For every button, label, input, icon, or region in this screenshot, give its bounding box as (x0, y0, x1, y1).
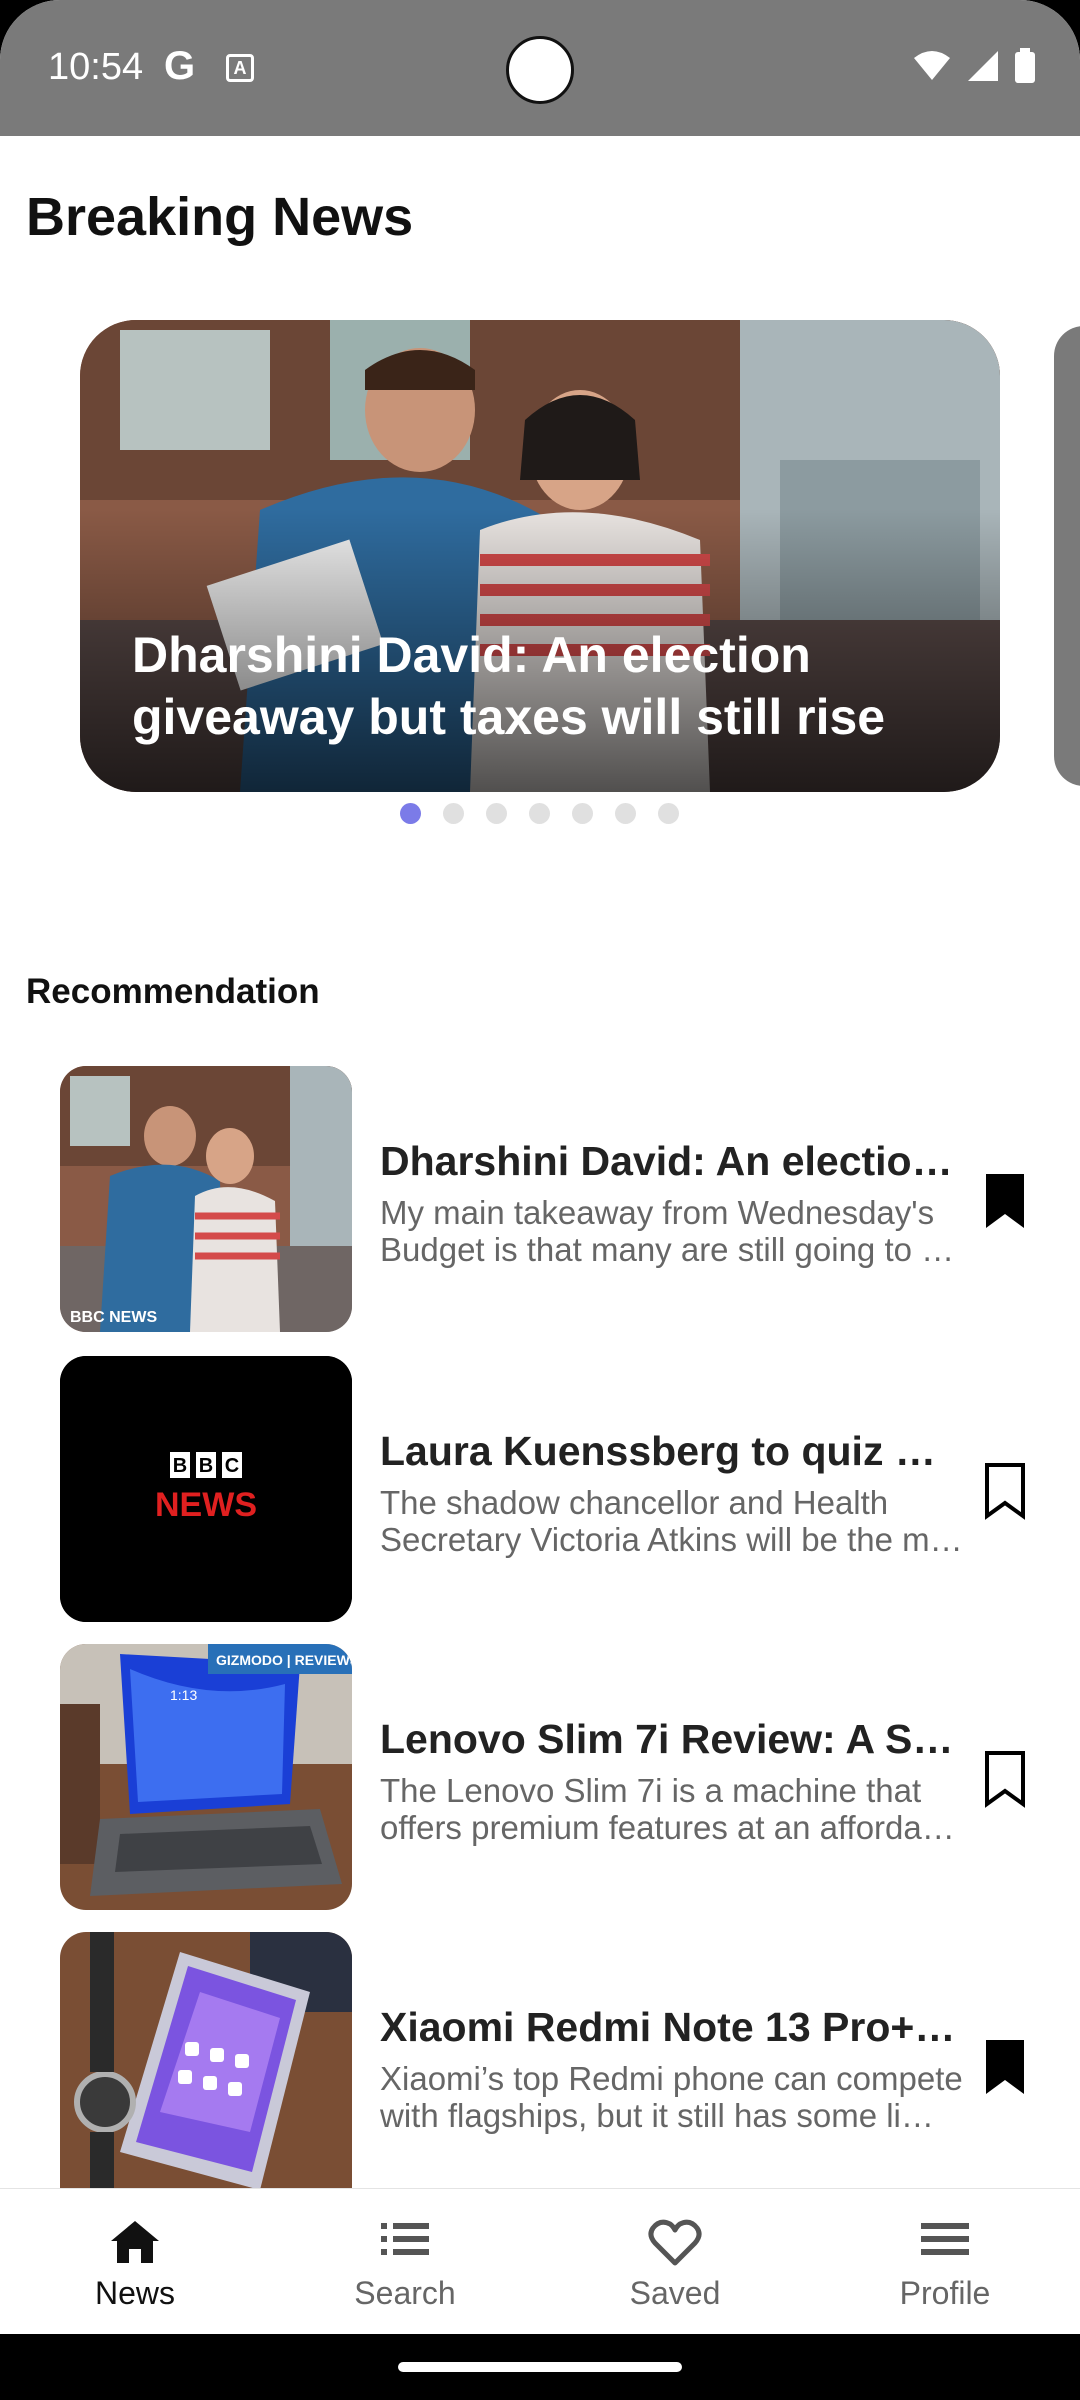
wifi-icon (914, 51, 950, 80)
status-bar: 10:54 G A (0, 0, 1080, 136)
google-icon: G (164, 44, 196, 88)
gesture-navigation-bar (0, 2334, 1080, 2400)
nav-item-saved[interactable]: Saved (540, 2189, 810, 2335)
carousel-dot[interactable] (572, 803, 593, 824)
news-description-line: Xiaomi’s top Redmi phone can compete (380, 2060, 963, 2097)
nav-label: Search (354, 2275, 456, 2311)
nav-label: Profile (899, 2275, 991, 2311)
list-item[interactable]: Xiaomi Redmi Note 13 Pro+ … Xiaomi’s top… (0, 1932, 1080, 2200)
list-item[interactable]: B B C NEWS Laura Kuenssberg to quiz L… T… (0, 1356, 1080, 1624)
news-thumbnail: B B C NEWS (60, 1356, 352, 1622)
carousel-dot[interactable] (529, 803, 550, 824)
svg-text:B: B (199, 1455, 213, 1477)
news-thumbnail: GIZMODO | REVIEWS 1:13 (60, 1644, 352, 1910)
news-description: My main takeaway from Wednesday's Budget… (380, 1194, 974, 1270)
camera-cutout (506, 36, 574, 104)
battery-icon (1015, 48, 1035, 83)
news-title: Dharshini David: An electio… (380, 1138, 953, 1184)
carousel-dot[interactable] (486, 803, 507, 824)
list-item[interactable]: BBC NEWS Dharshini David: An electio… My… (0, 1066, 1080, 1334)
carousel-title: Dharshini David: An election giveaway bu… (132, 627, 886, 745)
bookmark-filled-icon[interactable] (982, 2038, 1028, 2096)
news-description-line: with flagships, but it still has some li… (380, 2097, 934, 2134)
svg-text:GIZMODO | REVIEWS: GIZMODO | REVIEWS (216, 1652, 352, 1668)
carousel-dot-active[interactable] (400, 803, 421, 824)
news-description-line: Secretary Victoria Atkins will be the m… (380, 1521, 963, 1558)
nav-label: Saved (629, 2275, 721, 2311)
list-item[interactable]: GIZMODO | REVIEWS 1:13 Lenovo Slim 7i Re… (0, 1644, 1080, 1912)
app-screen: 10:54 G A Breaking News Dharshini David:… (0, 0, 1080, 2400)
carousel-dot[interactable] (615, 803, 636, 824)
nav-item-search[interactable]: Search (270, 2189, 540, 2335)
menu-icon (921, 2223, 969, 2255)
status-icons (912, 48, 1036, 84)
list-icon (381, 2223, 429, 2255)
news-description-line: The Lenovo Slim 7i is a machine that (380, 1772, 922, 1809)
bookmark-outline-icon[interactable] (982, 1750, 1028, 1808)
news-title: Laura Kuenssberg to quiz L… (380, 1428, 960, 1474)
next-card-peek[interactable] (1054, 326, 1080, 786)
svg-text:B: B (173, 1455, 187, 1477)
carousel-dot[interactable] (658, 803, 679, 824)
home-gesture-handle[interactable] (398, 2362, 682, 2372)
nav-label: News (94, 2275, 175, 2311)
news-title: Xiaomi Redmi Note 13 Pro+ … (380, 2004, 960, 2050)
page-title: Breaking News (26, 187, 414, 247)
news-description-line: Budget is that many are still going to … (380, 1231, 955, 1268)
cellular-signal-icon (968, 51, 998, 81)
news-description-line: My main takeaway from Wednesday's (380, 1194, 935, 1231)
news-description-line: offers premium features at an afforda… (380, 1809, 955, 1846)
news-title: Lenovo Slim 7i Review: A S… (380, 1716, 954, 1762)
news-description: Xiaomi’s top Redmi phone can compete wit… (380, 2060, 974, 2136)
carousel-dot[interactable] (443, 803, 464, 824)
svg-text:BBC NEWS: BBC NEWS (70, 1309, 157, 1326)
news-thumbnail: BBC NEWS (60, 1066, 352, 1332)
bookmark-filled-icon[interactable] (982, 1172, 1028, 1230)
svg-text:C: C (225, 1455, 239, 1477)
news-description: The shadow chancellor and Health Secreta… (380, 1484, 974, 1560)
nav-item-news[interactable]: News (0, 2189, 270, 2335)
news-description: The Lenovo Slim 7i is a machine that off… (380, 1772, 974, 1848)
heart-icon (648, 2219, 702, 2266)
bookmark-outline-icon[interactable] (982, 1462, 1028, 1520)
nav-item-profile[interactable]: Profile (810, 2189, 1080, 2335)
news-thumbnail (60, 1932, 352, 2190)
section-title-recommendation: Recommendation (26, 972, 320, 1011)
svg-text:NEWS: NEWS (155, 1486, 257, 1524)
home-icon (111, 2221, 159, 2263)
font-accessibility-icon: A (226, 54, 254, 82)
news-description-line: The shadow chancellor and Health (380, 1484, 889, 1521)
carousel-indicator (400, 803, 679, 824)
breaking-news-card[interactable]: Dharshini David: An election giveaway bu… (80, 320, 1000, 792)
bottom-navigation: News Search Saved Profile (0, 2188, 1080, 2334)
status-time: 10:54 (48, 46, 144, 88)
svg-text:1:13: 1:13 (170, 1687, 197, 1703)
